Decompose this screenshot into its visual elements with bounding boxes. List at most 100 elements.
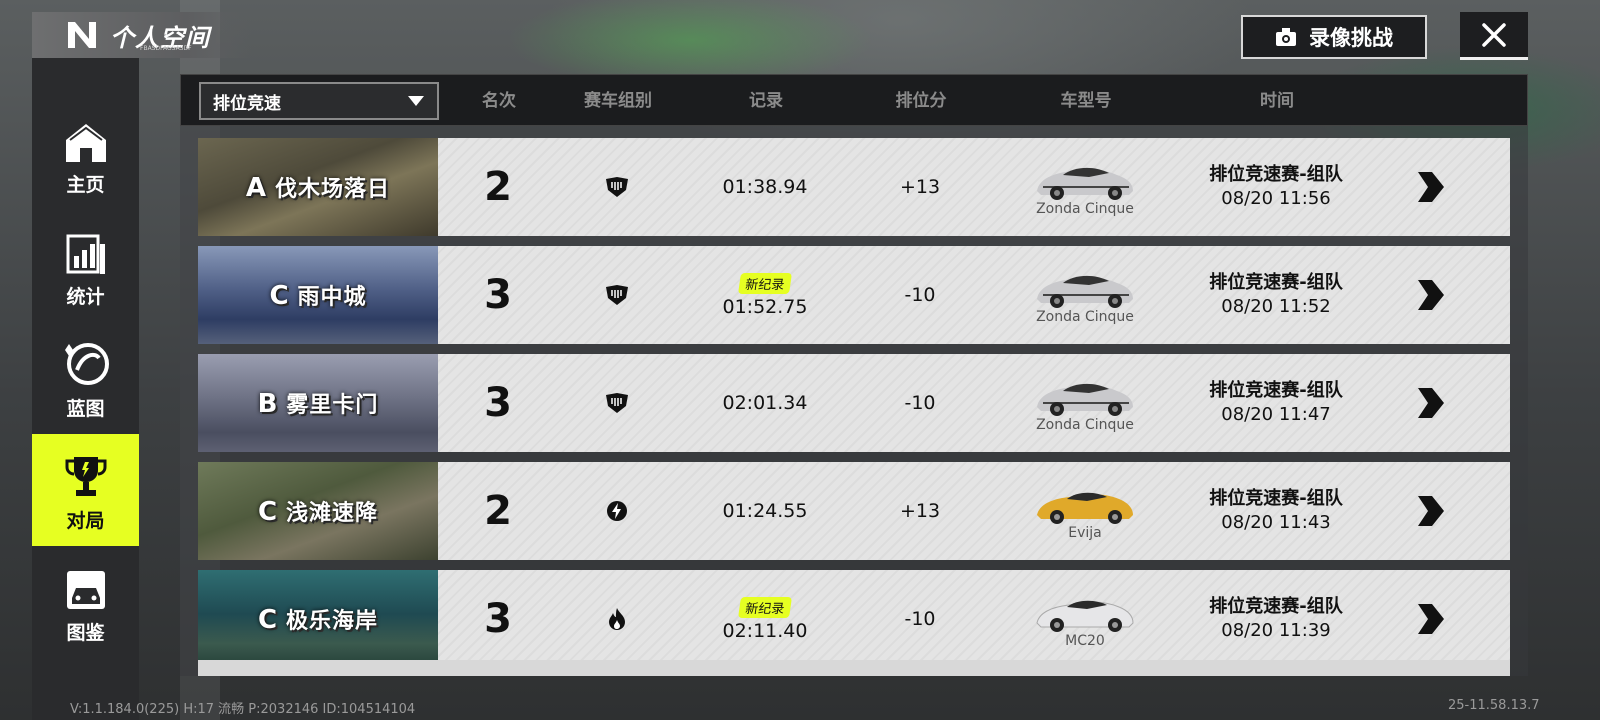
chevron-right-icon[interactable] xyxy=(1408,600,1448,638)
sidebar-item-label: 统计 xyxy=(66,285,105,308)
rank-score-change: -10 xyxy=(904,284,936,306)
race-mode: 排位竞速赛-组队 xyxy=(1209,380,1343,401)
table-row[interactable]: B 雾里卡门 3 02:01.34 -10 Zonda Cinque 排位竞速赛-… xyxy=(198,354,1510,452)
race-time: 08/20 11:43 xyxy=(1221,512,1331,533)
mode-filter-dropdown[interactable]: 排位竞速 xyxy=(199,82,439,120)
track-name: C 雨中城 xyxy=(269,281,367,311)
car-model-name: Zonda Cinque xyxy=(1036,309,1134,325)
rank-value: 2 xyxy=(484,488,512,534)
chevron-right-icon[interactable] xyxy=(1408,384,1448,422)
car-image xyxy=(1037,275,1133,308)
track-thumbnail: C 极乐海岸 xyxy=(198,570,438,668)
column-header-rank: 名次 xyxy=(482,91,516,111)
track-thumbnail: C 浅滩速降 xyxy=(198,462,438,560)
rank-score-change: +13 xyxy=(899,500,941,522)
table-row[interactable]: A 伐木场落日 2 01:38.94 +13 Zonda Cinque 排位竞速赛… xyxy=(198,138,1510,236)
sidebar-item-blueprint[interactable]: 蓝图 xyxy=(32,322,139,434)
track-thumbnail: A 伐木场落日 xyxy=(198,138,438,236)
camera-icon xyxy=(1275,27,1297,47)
column-header-score: 排位分 xyxy=(895,91,947,111)
car-model-name: Zonda Cinque xyxy=(1036,417,1134,433)
track-thumbnail: B 雾里卡门 xyxy=(198,354,438,452)
race-record: 01:24.55 xyxy=(722,500,808,522)
shield-class-icon xyxy=(604,246,630,344)
track-name: A 伐木场落日 xyxy=(245,173,391,203)
lightning-class-icon xyxy=(605,462,629,560)
rank-score-change: +13 xyxy=(899,176,941,198)
table-row[interactable]: C 雨中城 3 新纪录 01:52.75 -10 Zonda Cinque 排位竞… xyxy=(198,246,1510,344)
stats-icon xyxy=(64,224,108,276)
column-header-record: 记录 xyxy=(749,91,783,111)
race-record: 01:52.75 xyxy=(722,295,808,318)
match-history-panel: 排位竞速 名次 赛车组别 记录 排位分 车型号 时间 A 伐木场落日 2 01:3… xyxy=(180,74,1528,676)
sidebar-item-label: 主页 xyxy=(66,173,105,196)
race-mode: 排位竞速赛-组队 xyxy=(1209,488,1343,509)
track-name: C 极乐海岸 xyxy=(257,605,379,635)
flame-class-icon xyxy=(606,570,628,668)
rank-score-change: -10 xyxy=(904,608,936,630)
logo-bar: 个人空间 FBASDFAGSASDF xyxy=(32,12,252,58)
sidebar-item-label: 图鉴 xyxy=(66,621,105,644)
car-model-name: MC20 xyxy=(1065,633,1105,649)
car-gallery-icon xyxy=(64,560,108,612)
sidebar-item-matches[interactable]: 对局 xyxy=(32,434,139,546)
race-mode: 排位竞速赛-组队 xyxy=(1209,164,1343,185)
race-time: 08/20 11:56 xyxy=(1221,188,1331,209)
rank-value: 2 xyxy=(484,164,512,210)
shield-class-icon xyxy=(604,138,630,236)
n-logo-icon xyxy=(62,17,102,53)
table-row[interactable]: C 极乐海岸 3 新纪录 02:11.40 -10 MC20 排位竞速赛-组队 0… xyxy=(198,570,1510,668)
sidebar: 主页 统计 蓝图 对局 图鉴 xyxy=(32,58,139,720)
chevron-right-icon[interactable] xyxy=(1408,492,1448,530)
record-challenge-label: 录像挑战 xyxy=(1309,26,1393,50)
sidebar-item-label: 对局 xyxy=(66,509,105,532)
sidebar-item-home[interactable]: 主页 xyxy=(32,98,139,210)
build-info: V:1.1.184.0(225) H:17 流畅 P:2032146 ID:10… xyxy=(70,702,416,717)
close-icon xyxy=(1482,22,1506,47)
car-image xyxy=(1036,600,1134,632)
race-record: 01:38.94 xyxy=(722,176,808,198)
race-time: 08/20 11:47 xyxy=(1221,404,1331,425)
trophy-icon xyxy=(63,448,109,500)
home-icon xyxy=(62,112,110,164)
car-image xyxy=(1037,167,1133,200)
race-mode: 排位竞速赛-组队 xyxy=(1209,596,1343,617)
chevron-right-icon[interactable] xyxy=(1408,276,1448,314)
sidebar-item-gallery[interactable]: 图鉴 xyxy=(32,546,139,658)
race-mode: 排位竞速赛-组队 xyxy=(1209,272,1343,293)
table-row[interactable]: C 浅滩速降 2 01:24.55 +13 Evija 排位竞速赛-组队 08/2… xyxy=(198,462,1510,560)
record-challenge-button[interactable]: 录像挑战 xyxy=(1241,15,1427,59)
race-time: 08/20 11:39 xyxy=(1221,620,1331,641)
sidebar-item-label: 蓝图 xyxy=(66,397,105,420)
car-model-name: Zonda Cinque xyxy=(1036,201,1134,217)
new-record-badge: 新纪录 xyxy=(738,272,792,294)
blueprint-icon xyxy=(61,336,111,388)
car-model-name: Evija xyxy=(1068,525,1102,541)
close-button[interactable] xyxy=(1460,12,1528,60)
rank-value: 3 xyxy=(484,272,512,318)
race-time: 08/20 11:52 xyxy=(1221,296,1331,317)
track-name: B 雾里卡门 xyxy=(257,389,379,419)
chevron-right-icon[interactable] xyxy=(1408,168,1448,206)
table-row-partial xyxy=(198,660,1510,676)
track-thumbnail: C 雨中城 xyxy=(198,246,438,344)
rank-score-change: -10 xyxy=(904,392,936,414)
column-header-time: 时间 xyxy=(1260,91,1294,111)
version-stamp: 25-11.58.13.7 xyxy=(1448,698,1540,713)
sidebar-item-stats[interactable]: 统计 xyxy=(32,210,139,322)
caret-down-icon xyxy=(408,96,424,106)
column-header-class: 赛车组别 xyxy=(584,91,652,111)
rank-value: 3 xyxy=(484,596,512,642)
mode-filter-value: 排位竞速 xyxy=(213,93,281,114)
race-record: 02:01.34 xyxy=(722,392,808,414)
new-record-badge: 新纪录 xyxy=(738,596,792,618)
shield-class-icon xyxy=(604,354,630,452)
car-image xyxy=(1037,492,1133,524)
car-image xyxy=(1037,383,1133,416)
column-header-car: 车型号 xyxy=(1060,91,1112,111)
track-name: C 浅滩速降 xyxy=(257,497,379,527)
rank-value: 3 xyxy=(484,380,512,426)
player-tag: FBASDFAGSASDF xyxy=(140,45,192,52)
race-record: 02:11.40 xyxy=(722,619,808,642)
table-header: 排位竞速 名次 赛车组别 记录 排位分 车型号 时间 xyxy=(180,74,1528,126)
